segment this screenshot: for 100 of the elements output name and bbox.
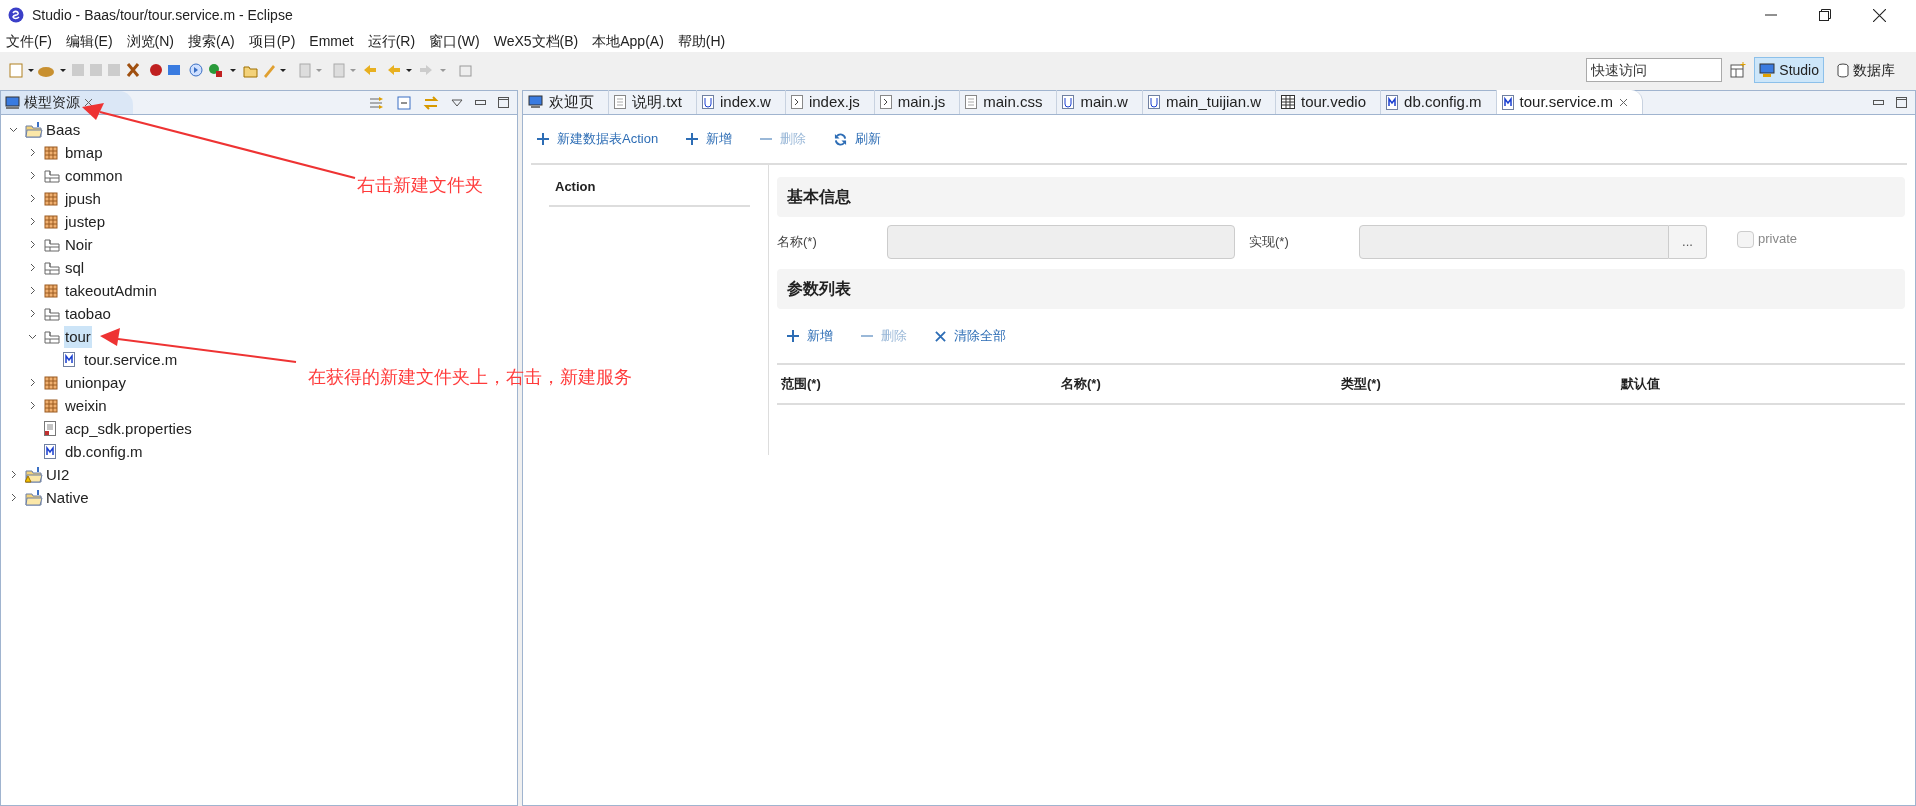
plus-icon <box>787 330 799 342</box>
tree-item[interactable]: unionpay <box>64 371 127 394</box>
project-folder-icon <box>25 466 43 483</box>
chevron-down-icon[interactable] <box>28 332 37 341</box>
menu-item[interactable]: 运行(R) <box>367 30 416 52</box>
editor-tab[interactable]: main.w <box>1057 90 1143 114</box>
menu-item[interactable]: 编辑(E) <box>65 30 113 52</box>
editor-tab[interactable]: 说明.txt <box>609 90 697 114</box>
text-file-icon <box>614 95 626 109</box>
tree-item[interactable]: tour.service.m <box>83 348 179 371</box>
tree-item[interactable]: acp_sdk.properties <box>64 417 193 440</box>
chevron-right-icon[interactable] <box>9 493 18 502</box>
menu-item[interactable]: 窗口(W) <box>429 30 480 52</box>
package-icon <box>44 214 58 229</box>
chevron-right-icon[interactable] <box>28 401 37 410</box>
monitor-icon <box>5 95 20 110</box>
quick-access-field[interactable]: 快速访问 <box>1586 58 1723 82</box>
menu-item[interactable]: Emmet <box>309 30 354 52</box>
toolbar-button[interactable]: 新建数据表Action <box>537 129 659 149</box>
editor-tab[interactable]: tour.vedio <box>1276 90 1382 114</box>
tree-item[interactable]: jpush <box>64 187 102 210</box>
chevron-right-icon[interactable] <box>28 171 37 180</box>
editor-tab[interactable]: tour.service.m <box>1496 90 1643 114</box>
perspective-button[interactable]: Studio <box>1754 57 1824 83</box>
editor-tab[interactable]: main.js <box>874 90 961 114</box>
menu-item[interactable]: 帮助(H) <box>677 30 726 52</box>
chevron-right-icon[interactable] <box>28 194 37 203</box>
editor-tab[interactable]: db.config.m <box>1381 90 1497 114</box>
menu-item[interactable]: WeX5文档(B) <box>493 30 579 52</box>
close-icon[interactable] <box>1873 8 1886 22</box>
chevron-right-icon[interactable] <box>28 309 37 318</box>
restore-icon[interactable] <box>1819 9 1831 21</box>
package-icon <box>44 398 58 413</box>
field-label: 实现(*) <box>1249 233 1290 252</box>
table-icon <box>1281 95 1295 109</box>
tree-item[interactable]: takeoutAdmin <box>64 279 158 302</box>
editor-tab[interactable]: index.w <box>697 90 786 114</box>
editor-tab[interactable]: 欢迎页 <box>523 90 609 114</box>
tree-item[interactable]: Native <box>45 486 90 509</box>
model-file-icon <box>44 444 56 459</box>
js-file-icon <box>879 95 892 109</box>
chevron-right-icon[interactable] <box>28 286 37 295</box>
chevron-right-icon[interactable] <box>28 148 37 157</box>
chevron-right-icon[interactable] <box>28 378 37 387</box>
minimize-icon[interactable] <box>1873 99 1884 106</box>
folder-icon <box>44 168 60 183</box>
column-header: 范围(*) <box>781 375 822 394</box>
maximize-icon[interactable] <box>498 97 509 108</box>
tree-item[interactable]: weixin <box>64 394 108 417</box>
field-label: 名称(*) <box>777 233 818 252</box>
tree-item[interactable]: db.config.m <box>64 440 144 463</box>
tree-item[interactable]: common <box>64 164 124 187</box>
tree-item[interactable]: UI2 <box>45 463 71 486</box>
chevron-right-icon[interactable] <box>28 263 37 272</box>
tree-item[interactable]: Baas <box>45 118 82 141</box>
tree-item[interactable]: sql <box>64 256 86 279</box>
properties-file-icon <box>44 421 56 436</box>
open-perspective-icon[interactable] <box>1730 62 1747 78</box>
editor-tab[interactable]: main_tuijian.w <box>1142 90 1276 114</box>
tree-item[interactable]: bmap <box>64 141 104 164</box>
column-header: 类型(*) <box>1341 375 1382 394</box>
toolbar-button[interactable]: 清除全部 <box>935 326 1006 346</box>
perspective-button[interactable]: 数据库 <box>1832 57 1900 83</box>
folder-icon <box>44 237 60 252</box>
menu-item[interactable]: 浏览(N) <box>126 30 174 52</box>
package-icon <box>44 145 58 160</box>
chevron-right-icon[interactable] <box>9 470 18 479</box>
collapse-all-icon[interactable] <box>397 95 411 110</box>
chevron-right-icon[interactable] <box>28 217 37 226</box>
editor-tab[interactable]: main.css <box>960 90 1058 114</box>
menu-item[interactable]: 项目(P) <box>248 30 296 52</box>
chevron-right-icon[interactable] <box>28 240 37 249</box>
chevron-down-icon[interactable] <box>9 125 18 134</box>
annotation-text: 在获得的新建文件夹上，右击，新建服务 <box>308 366 632 389</box>
section-header: 参数列表 <box>777 269 1905 309</box>
dropdown-icon[interactable] <box>451 98 463 107</box>
tree-item[interactable]: tour <box>64 325 92 348</box>
toolbar-button[interactable]: 刷新 <box>834 129 882 149</box>
tree-item[interactable]: Noir <box>64 233 94 256</box>
implementation-field[interactable] <box>1359 225 1669 259</box>
minimize-icon[interactable] <box>475 99 486 106</box>
project-folder-icon <box>25 121 43 138</box>
close-icon <box>935 330 946 342</box>
menu-item[interactable]: 文件(F) <box>6 30 52 52</box>
tree-item[interactable]: justep <box>64 210 107 233</box>
view-tab[interactable]: 模型资源 <box>1 91 133 114</box>
menu-item[interactable]: 本地App(A) <box>592 30 664 52</box>
model-file-icon <box>1501 94 1514 110</box>
maximize-icon[interactable] <box>1896 97 1907 108</box>
package-icon <box>44 375 58 390</box>
browse-button[interactable]: ... <box>1669 225 1707 259</box>
editor-tab[interactable]: index.js <box>785 90 875 114</box>
tree-item[interactable]: taobao <box>64 302 112 325</box>
view-title: 模型资源 <box>24 93 80 112</box>
plus-icon <box>537 133 549 145</box>
w-file-icon <box>1147 95 1160 109</box>
window-title: Studio - Baas/tour/tour.service.m - Eclipse <box>32 5 293 25</box>
menu-item[interactable]: 搜索(A) <box>188 30 235 52</box>
toolbar-button[interactable]: 新增 <box>787 326 833 346</box>
toolbar-button[interactable]: 新增 <box>686 129 733 149</box>
